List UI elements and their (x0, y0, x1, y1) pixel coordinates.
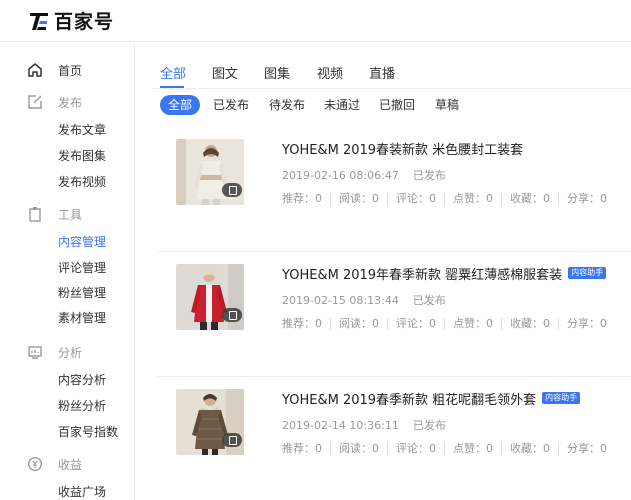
article-date: 2019-02-15 08:13:44 (282, 294, 399, 307)
stat-recommend: 推荐：0 (282, 193, 331, 205)
stat-recommend: 推荐：0 (282, 443, 331, 455)
stat-like: 点赞：0 (453, 443, 502, 455)
stat-comment: 评论：0 (396, 443, 445, 455)
sidebar-item-fans-analysis[interactable]: 粉丝分析 (58, 397, 106, 415)
article-meta: 2019-02-14 10:36:11 已发布 (282, 417, 446, 433)
stat-read: 阅读：0 (339, 443, 388, 455)
sidebar-item-comment-management[interactable]: 评论管理 (58, 259, 106, 277)
clipboard-icon (27, 206, 43, 222)
stat-like: 点赞：0 (453, 318, 502, 330)
tab-video[interactable]: 视频 (317, 63, 343, 82)
list-divider (158, 376, 631, 377)
article-thumbnail[interactable] (176, 264, 244, 330)
sidebar-item-publish-article[interactable]: 发布文章 (58, 121, 106, 139)
home-icon (27, 62, 43, 78)
stat-read: 阅读：0 (339, 193, 388, 205)
sidebar-item-material-management[interactable]: 素材管理 (58, 309, 106, 327)
article-status: 已发布 (412, 169, 446, 182)
sidebar-item-label: 首页 (58, 63, 83, 78)
edit-icon (27, 94, 43, 110)
top-header: 百家号 (0, 0, 631, 42)
sidebar: 首页 发布 发布文章 发布图集 发布视频 工具 内容管理 评论管理 粉丝管理 素… (0, 43, 135, 500)
article-title[interactable]: YOHE&M 2019春季新款 粗花呢翻毛领外套 (282, 389, 536, 408)
article-meta: 2019-02-16 08:06:47 已发布 (282, 167, 446, 183)
stat-share: 分享：0 (567, 192, 607, 205)
sidebar-section-label: 收益 (58, 457, 83, 472)
image-count-icon (222, 433, 242, 447)
sidebar-item-content-analysis[interactable]: 内容分析 (58, 371, 106, 389)
article-title-row: YOHE&M 2019春装新款 米色腰封工装套 (282, 139, 523, 158)
tab-gallery[interactable]: 图集 (264, 63, 290, 82)
article-date: 2019-02-16 08:06:47 (282, 169, 399, 182)
content-helper-badge: 内容助手 (568, 267, 607, 279)
image-count-icon (222, 183, 242, 197)
sidebar-section-tools: 工具 (0, 203, 135, 225)
baijiahao-logo-icon (28, 10, 50, 32)
filter-published[interactable]: 已发布 (213, 95, 249, 115)
article-stats: 推荐：0 阅读：0 评论：0 点赞：0 收藏：0 分享：0 (282, 193, 623, 205)
sidebar-item-income-square[interactable]: 收益广场 (58, 483, 106, 500)
article-date: 2019-02-14 10:36:11 (282, 419, 399, 432)
article-thumbnail[interactable] (176, 139, 244, 205)
sidebar-item-baijiahao-index[interactable]: 百家号指数 (58, 423, 118, 441)
stat-comment: 评论：0 (396, 318, 445, 330)
article-status: 已发布 (412, 294, 446, 307)
article-title-row: YOHE&M 2019年春季新款 罂粟红薄感棉服套装 内容助手 (282, 264, 607, 283)
article-title-row: YOHE&M 2019春季新款 粗花呢翻毛领外套 内容助手 (282, 389, 581, 408)
tab-all[interactable]: 全部 (160, 63, 186, 82)
tab-live[interactable]: 直播 (369, 63, 395, 82)
stat-read: 阅读：0 (339, 318, 388, 330)
sidebar-section-label: 工具 (58, 207, 83, 222)
stat-recommend: 推荐：0 (282, 318, 331, 330)
sidebar-item-home[interactable]: 首页 (0, 59, 135, 81)
article-meta: 2019-02-15 08:13:44 已发布 (282, 292, 446, 308)
stat-favorite: 收藏：0 (510, 318, 559, 330)
list-divider (158, 251, 631, 252)
stat-favorite: 收藏：0 (510, 193, 559, 205)
stat-favorite: 收藏：0 (510, 443, 559, 455)
filter-rejected[interactable]: 未通过 (324, 95, 360, 115)
article-stats: 推荐：0 阅读：0 评论：0 点赞：0 收藏：0 分享：0 (282, 443, 623, 455)
sidebar-section-income: 收益 (0, 453, 135, 475)
content-helper-badge: 内容助手 (542, 392, 581, 404)
sidebar-section-label: 发布 (58, 95, 83, 110)
list-item[interactable]: YOHE&M 2019年春季新款 罂粟红薄感棉服套装 内容助手 2019-02-… (158, 264, 631, 384)
article-status: 已发布 (412, 419, 446, 432)
list-item[interactable]: YOHE&M 2019春装新款 米色腰封工装套 2019-02-16 08:06… (158, 139, 631, 259)
filter-pending[interactable]: 待发布 (269, 95, 305, 115)
filter-all[interactable]: 全部 (160, 95, 201, 115)
stat-like: 点赞：0 (453, 193, 502, 205)
filter-withdrawn[interactable]: 已撤回 (379, 95, 415, 115)
sidebar-section-analysis: 分析 (0, 341, 135, 363)
chart-icon (27, 344, 43, 360)
stat-comment: 评论：0 (396, 193, 445, 205)
content-type-tabs: 全部 图文 图集 视频 直播 (136, 43, 631, 91)
sidebar-item-publish-video[interactable]: 发布视频 (58, 173, 106, 191)
sidebar-item-fans-management[interactable]: 粉丝管理 (58, 284, 106, 302)
sidebar-item-publish-gallery[interactable]: 发布图集 (58, 147, 106, 165)
sidebar-section-label: 分析 (58, 345, 83, 360)
stat-share: 分享：0 (567, 442, 607, 455)
coin-icon (27, 456, 43, 472)
main-content: 全部 图文 图集 视频 直播 全部 已发布 待发布 未通过 已撤回 草稿 YOH… (136, 43, 631, 500)
image-count-icon (222, 308, 242, 322)
list-item[interactable]: YOHE&M 2019春季新款 粗花呢翻毛领外套 内容助手 2019-02-14… (158, 389, 631, 500)
tabs-divider (152, 88, 631, 89)
article-stats: 推荐：0 阅读：0 评论：0 点赞：0 收藏：0 分享：0 (282, 318, 623, 330)
article-title[interactable]: YOHE&M 2019春装新款 米色腰封工装套 (282, 139, 523, 158)
article-thumbnail[interactable] (176, 389, 244, 455)
article-title[interactable]: YOHE&M 2019年春季新款 罂粟红薄感棉服套装 (282, 264, 562, 283)
logo-text: 百家号 (54, 11, 115, 33)
stat-share: 分享：0 (567, 317, 607, 330)
logo[interactable]: 百家号 (28, 7, 114, 34)
sidebar-section-publish: 发布 (0, 91, 135, 113)
filter-draft[interactable]: 草稿 (435, 95, 459, 115)
sidebar-item-content-management[interactable]: 内容管理 (58, 233, 106, 251)
tab-article[interactable]: 图文 (212, 63, 238, 82)
